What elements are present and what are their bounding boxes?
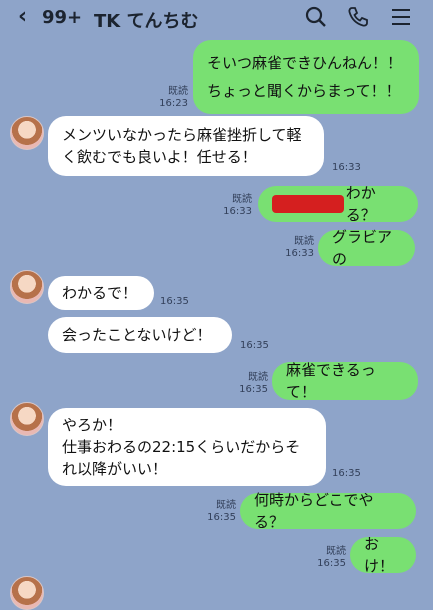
message-meta: 既読 16:35	[239, 372, 268, 395]
message-bubble[interactable]: メンツいなかったら麻雀挫折して軽 く飲むでも良いよ！任せる！	[48, 116, 324, 176]
avatar[interactable]	[10, 116, 44, 150]
message-meta: 既読 16:33	[223, 194, 252, 217]
message-meta: 既読 16:35	[207, 500, 236, 523]
phone-icon[interactable]	[346, 5, 370, 29]
redaction-mark	[272, 195, 344, 213]
chat-header: ‹ 99+ TK てんちむ	[0, 0, 433, 34]
message-time: 16:35	[160, 296, 189, 307]
message-bubble[interactable]: 何時からどこでやる？	[240, 491, 416, 531]
message-time: 16:35	[240, 340, 269, 351]
message-time: 16:33	[332, 162, 361, 173]
message-bubble[interactable]: グラビアの	[318, 228, 415, 268]
message-meta: 既読 16:33	[285, 236, 314, 259]
message-bubble[interactable]: おけ！	[350, 535, 416, 575]
avatar[interactable]	[10, 576, 44, 610]
message-bubble[interactable]: 麻雀できるって！	[272, 361, 418, 401]
chat-title[interactable]: TK てんちむ	[94, 7, 199, 33]
message-bubble[interactable]: わかるで！	[48, 276, 154, 310]
search-icon[interactable]	[304, 5, 328, 29]
message-time: 16:35	[332, 468, 361, 479]
message-bubble[interactable]	[48, 579, 248, 609]
message-bubble[interactable]: そいつ麻雀できひんねん！！ ちょっと聞くからまって！！	[193, 40, 419, 114]
message-meta: 既読 16:23	[159, 86, 188, 109]
avatar[interactable]	[10, 402, 44, 436]
avatar[interactable]	[10, 270, 44, 304]
chevron-left-icon[interactable]: ‹	[18, 4, 27, 29]
chat-area[interactable]: 既読 16:23 そいつ麻雀できひんねん！！ ちょっと聞くからまって！！ メンツい…	[0, 34, 433, 610]
message-bubble[interactable]: 会ったことないけど！	[48, 317, 232, 353]
message-bubble[interactable]: やろか！ 仕事おわるの22:15くらいだからそ れ以降がいい！	[48, 408, 326, 486]
message-meta: 既読 16:35	[317, 546, 346, 569]
unread-count[interactable]: 99+	[42, 7, 82, 28]
menu-icon[interactable]	[390, 5, 412, 29]
message-bubble[interactable]: わかる？	[258, 184, 418, 224]
